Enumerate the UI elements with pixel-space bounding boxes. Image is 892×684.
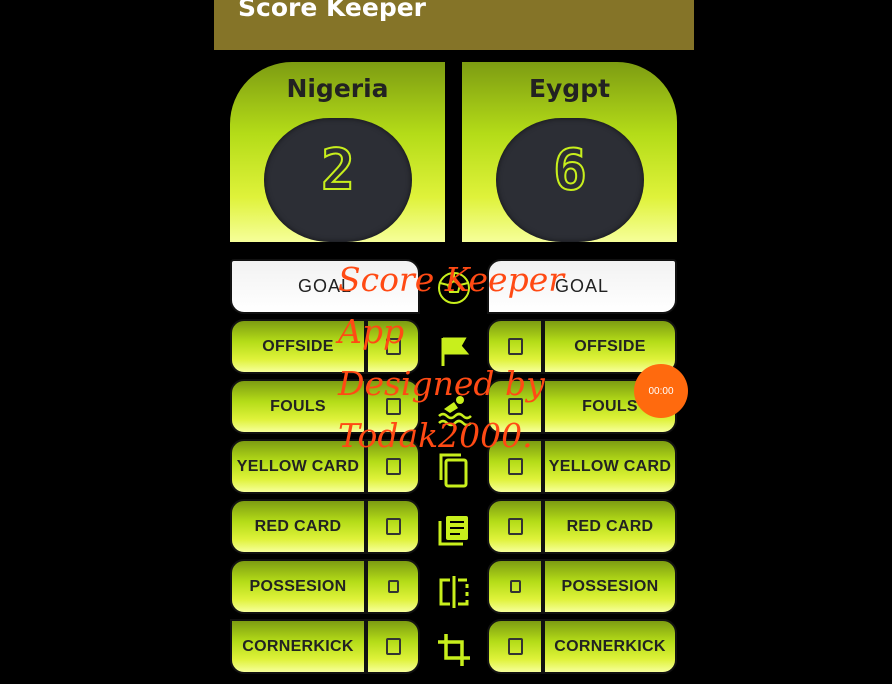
fouls-count-left bbox=[366, 379, 420, 434]
red-card-button-right[interactable]: RED CARD bbox=[543, 499, 677, 554]
crop-icon bbox=[438, 634, 470, 666]
offside-button-left[interactable]: OFFSIDE bbox=[230, 319, 366, 374]
yellow-card-count-left bbox=[366, 439, 420, 494]
team-score: 2 bbox=[320, 137, 356, 204]
fouls-count-right bbox=[487, 379, 543, 434]
team-card-nigeria: Nigeria 2 bbox=[230, 62, 445, 242]
cornerkick-button-left[interactable]: CORNERKICK bbox=[230, 619, 366, 674]
goal-button-left[interactable]: GOAL bbox=[230, 259, 420, 314]
team-name: Nigeria bbox=[286, 74, 389, 103]
phone-screen: Score Keeper Nigeria 2 Eygpt 6 GOAL GOAL… bbox=[214, 0, 694, 684]
team-score: 6 bbox=[552, 137, 588, 204]
cornerkick-count-left bbox=[366, 619, 420, 674]
fouls-button-left[interactable]: FOULS bbox=[230, 379, 366, 434]
possesion-button-left[interactable]: POSSESION bbox=[230, 559, 366, 614]
cornerkick-button-right[interactable]: CORNERKICK bbox=[543, 619, 677, 674]
possesion-button-right[interactable]: POSSESION bbox=[543, 559, 677, 614]
red-card-count-right bbox=[487, 499, 543, 554]
recording-timer-button[interactable]: 00:00 bbox=[634, 364, 688, 418]
flag-icon bbox=[441, 337, 470, 366]
team-card-eygpt: Eygpt 6 bbox=[462, 62, 677, 242]
cards-icon bbox=[439, 453, 468, 488]
score-display: 6 bbox=[496, 118, 644, 242]
app-bar: Score Keeper bbox=[214, 0, 694, 50]
red-card-button-left[interactable]: RED CARD bbox=[230, 499, 366, 554]
app-title: Score Keeper bbox=[238, 0, 427, 22]
yellow-card-count-right bbox=[487, 439, 543, 494]
soccer-ball-icon bbox=[438, 272, 470, 304]
team-name: Eygpt bbox=[528, 74, 611, 103]
score-display: 2 bbox=[264, 118, 412, 242]
cornerkick-count-right bbox=[487, 619, 543, 674]
offside-count-left bbox=[366, 319, 420, 374]
notes-icon bbox=[438, 516, 468, 546]
possesion-count-left bbox=[366, 559, 420, 614]
yellow-card-button-left[interactable]: YELLOW CARD bbox=[230, 439, 366, 494]
possesion-count-right bbox=[487, 559, 543, 614]
yellow-card-button-right[interactable]: YELLOW CARD bbox=[543, 439, 677, 494]
split-icon bbox=[439, 576, 469, 608]
swimmer-icon bbox=[438, 396, 472, 427]
goal-button-right[interactable]: GOAL bbox=[487, 259, 677, 314]
red-card-count-left bbox=[366, 499, 420, 554]
offside-count-right bbox=[487, 319, 543, 374]
